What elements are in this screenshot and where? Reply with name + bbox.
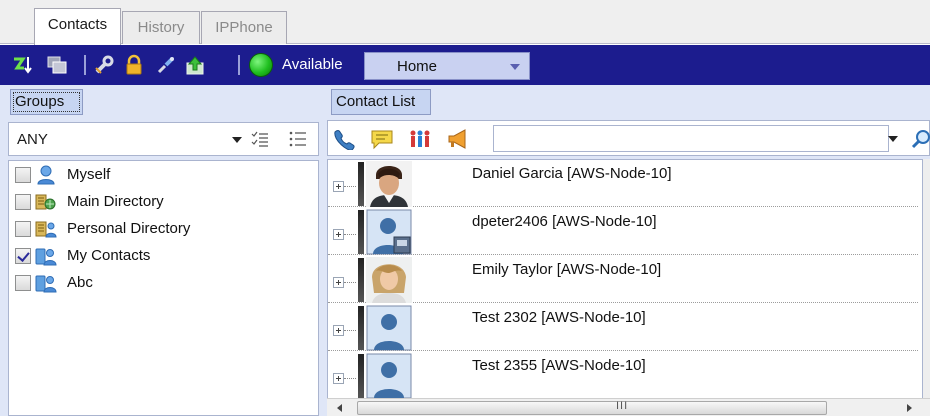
group-item-myself[interactable]: Myself [15, 163, 315, 187]
contact-name: Test 2302 [AWS-Node-10] [472, 309, 646, 326]
expand-icon[interactable] [333, 373, 344, 384]
avatar [366, 209, 412, 255]
presence-status-icon[interactable] [249, 53, 273, 77]
tree-line [344, 330, 356, 331]
group-label: Personal Directory [67, 220, 191, 237]
expand-icon[interactable] [333, 181, 344, 192]
location-select-value: Home [397, 58, 438, 75]
tab-ipphone[interactable]: IPPhone [201, 11, 287, 44]
groups-panel: Groups ANY Myself Main Directory Persona… [0, 85, 319, 416]
contact-list-panel: Contact List Daniel Garcia [AWS-Node-10]… [319, 85, 930, 416]
sort-icon[interactable] [12, 54, 34, 76]
presence-indicator [358, 354, 364, 398]
group-filter-value: ANY [17, 131, 48, 148]
horizontal-scrollbar[interactable]: III [327, 398, 930, 416]
avatar [366, 353, 412, 398]
contact-row[interactable]: Daniel Garcia [AWS-Node-10] [328, 160, 918, 207]
search-icon[interactable] [911, 129, 930, 149]
avatar [366, 305, 412, 351]
group-label: Abc [67, 274, 93, 291]
group-item-personal-directory[interactable]: Personal Directory [15, 217, 315, 241]
chevron-down-icon[interactable] [232, 137, 242, 143]
group-checkbox[interactable] [15, 167, 31, 183]
toolbar-separator [238, 55, 240, 75]
contacts-icon [35, 248, 57, 266]
avatar [366, 257, 412, 303]
presence-indicator [358, 306, 364, 350]
group-checkbox[interactable] [15, 248, 31, 264]
group-icon [35, 275, 57, 293]
contact-toolbar [327, 120, 930, 156]
contact-row[interactable]: Test 2302 [AWS-Node-10] [328, 304, 918, 351]
scroll-grip: III [616, 400, 629, 412]
contact-name: Emily Taylor [AWS-Node-10] [472, 261, 662, 278]
personal-directory-icon [35, 221, 57, 238]
expand-icon[interactable] [333, 277, 344, 288]
contact-name: Test 2355 [AWS-Node-10] [472, 357, 646, 374]
phone-icon[interactable] [332, 128, 356, 150]
tab-contact-list-label: Contact List [336, 93, 416, 110]
group-item-my-contacts[interactable]: My Contacts [15, 244, 315, 268]
group-checkbox[interactable] [15, 275, 31, 291]
connect-icon[interactable] [155, 54, 177, 76]
group-item-abc[interactable]: Abc [15, 271, 315, 295]
tree-line [344, 282, 356, 283]
person-icon [37, 165, 55, 185]
group-checkbox[interactable] [15, 194, 31, 210]
contact-list: Daniel Garcia [AWS-Node-10] dpeter2406 [… [327, 159, 923, 399]
contact-name: dpeter2406 [AWS-Node-10] [472, 213, 657, 230]
tab-history[interactable]: History [122, 11, 200, 44]
contact-name: Daniel Garcia [AWS-Node-10] [472, 165, 672, 182]
wrench-icon[interactable] [93, 54, 115, 76]
tab-contacts-label: Contacts [47, 16, 108, 33]
group-item-main-directory[interactable]: Main Directory [15, 190, 315, 214]
group-label: Main Directory [67, 193, 164, 210]
tab-contact-list[interactable]: Contact List [331, 89, 431, 115]
group-checkbox[interactable] [15, 221, 31, 237]
chevron-down-icon [510, 64, 520, 70]
group-label: Myself [67, 166, 111, 183]
bullet-list-icon[interactable] [289, 131, 307, 147]
location-select[interactable]: Home [364, 52, 530, 80]
chat-icon[interactable] [370, 128, 394, 150]
lock-icon[interactable] [123, 54, 145, 76]
vertical-scrollbar[interactable] [923, 159, 930, 399]
tree-line [344, 378, 356, 379]
presence-indicator [358, 210, 364, 254]
focus-rectangle [13, 92, 80, 112]
tab-groups[interactable]: Groups [10, 89, 83, 115]
expand-icon[interactable] [333, 325, 344, 336]
checklist-icon[interactable] [251, 131, 269, 147]
contact-row[interactable]: Test 2355 [AWS-Node-10] [328, 352, 918, 398]
groups-list: Myself Main Directory Personal Directory [8, 160, 319, 416]
avatar [366, 161, 412, 207]
chevron-down-icon[interactable] [888, 136, 898, 142]
scroll-thumb[interactable]: III [357, 400, 827, 415]
windows-icon[interactable] [46, 54, 68, 76]
scroll-left-icon[interactable] [337, 404, 342, 412]
presence-indicator [358, 162, 364, 206]
contact-row[interactable]: dpeter2406 [AWS-Node-10] [328, 208, 918, 255]
group-filter-select[interactable]: ANY [8, 122, 319, 156]
contact-row[interactable]: Emily Taylor [AWS-Node-10] [328, 256, 918, 303]
presence-status-label[interactable]: Available [282, 56, 343, 73]
expand-icon[interactable] [333, 229, 344, 240]
group-label: My Contacts [67, 247, 151, 264]
scroll-right-icon[interactable] [907, 404, 912, 412]
toolbar-separator [84, 55, 86, 75]
tree-line [344, 234, 356, 235]
megaphone-icon[interactable] [446, 128, 470, 150]
contact-search-input[interactable] [493, 125, 889, 152]
presence-indicator [358, 258, 364, 302]
people-icon[interactable] [408, 128, 432, 150]
main-tab-strip: Contacts History IPPhone [0, 0, 930, 45]
upload-icon[interactable] [184, 54, 206, 76]
main-toolbar: Available Home [0, 45, 930, 85]
tab-contacts[interactable]: Contacts [34, 8, 121, 45]
tab-ipphone-label: IPPhone [215, 19, 273, 36]
directory-icon [35, 194, 56, 210]
tree-line [344, 186, 356, 187]
tab-history-label: History [137, 19, 185, 36]
